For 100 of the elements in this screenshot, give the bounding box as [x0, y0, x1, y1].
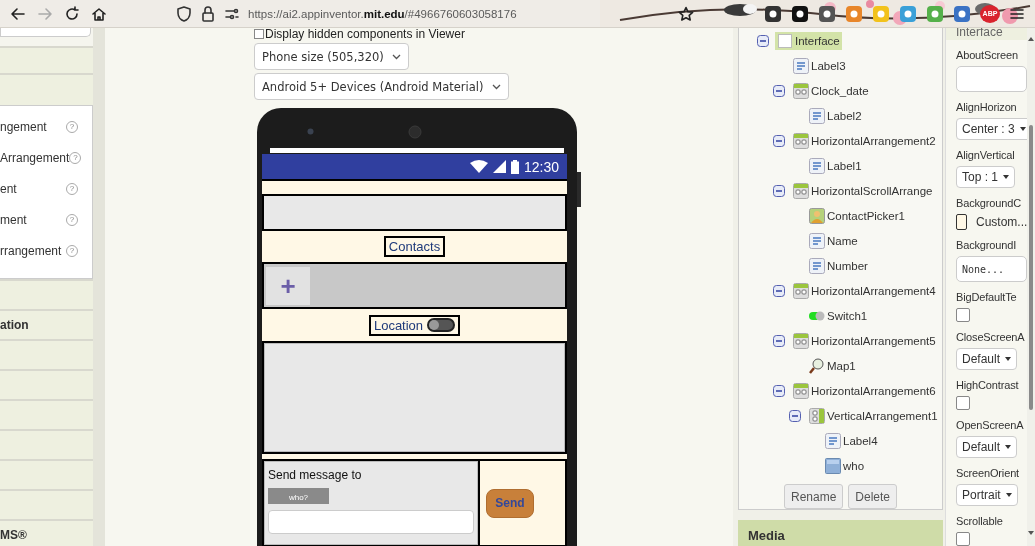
- color-swatch[interactable]: [956, 214, 967, 230]
- collapse-icon[interactable]: [773, 184, 785, 197]
- arrangement-icon: [793, 382, 809, 399]
- camera-icon: [307, 128, 314, 135]
- collapse-icon[interactable]: [773, 134, 785, 147]
- checkbox[interactable]: [254, 29, 264, 39]
- collapse-icon[interactable]: [773, 84, 785, 97]
- category-row[interactable]: MS®: [0, 519, 93, 546]
- collapse-icon[interactable]: [773, 284, 785, 297]
- arrangement-icon: [793, 182, 809, 199]
- tree-item[interactable]: Label1: [807, 156, 864, 175]
- label-icon: [809, 157, 825, 174]
- contacts-label: Contacts: [383, 236, 446, 257]
- checkbox[interactable]: [956, 532, 970, 546]
- tree-action-button[interactable]: Rename: [783, 484, 844, 509]
- dropdown[interactable]: Portrait: [956, 484, 1018, 506]
- magnifier-icon: [809, 357, 825, 374]
- battery-icon: [510, 159, 519, 174]
- property-label: OpenScreenA: [956, 419, 1024, 432]
- lock-icon[interactable]: [200, 5, 216, 22]
- tree-item[interactable]: VerticalArrangement1: [807, 406, 940, 425]
- message-label: Send message to: [268, 468, 362, 482]
- color-value[interactable]: Custom...: [976, 215, 1027, 229]
- palette-item[interactable]: Arrangement: [0, 150, 70, 165]
- tree-item[interactable]: Name: [807, 231, 860, 250]
- caret-icon: [1003, 175, 1010, 179]
- caret-icon: [1019, 127, 1026, 131]
- tree-action-button[interactable]: Delete: [848, 484, 897, 509]
- label-icon: [825, 432, 841, 449]
- tree-item[interactable]: Label2: [807, 106, 864, 125]
- property-label: AlignVertical: [956, 149, 1015, 162]
- signal-icon: [492, 160, 506, 173]
- collapse-icon[interactable]: [757, 34, 769, 47]
- wifi-icon: [469, 160, 488, 173]
- arrangement-icon: [793, 82, 809, 99]
- panel-header: Media: [738, 520, 943, 546]
- tree-item[interactable]: HorizontalScrollArrange: [791, 181, 935, 200]
- person-icon: [809, 207, 825, 224]
- chevron-icon: [391, 53, 401, 60]
- checkbox[interactable]: [956, 308, 970, 322]
- speaker-icon: [408, 125, 422, 139]
- palette-item[interactable]: ment: [0, 212, 27, 227]
- tree-item[interactable]: Switch1: [807, 306, 870, 325]
- arrangement-icon: [809, 407, 825, 424]
- dropdown[interactable]: Android 5+ Devices (Android Material): [254, 73, 509, 100]
- tree-item[interactable]: Clock_date: [791, 81, 871, 100]
- tree-item[interactable]: Label4: [823, 431, 880, 450]
- arrangement-icon: [793, 132, 809, 149]
- add-contact-button[interactable]: +: [266, 266, 310, 305]
- label-icon: [809, 232, 825, 249]
- palette-item[interactable]: ngement: [0, 119, 47, 134]
- reload-icon[interactable]: [64, 5, 80, 22]
- tree-item[interactable]: ContactPicker1: [807, 206, 907, 225]
- location-label: Location: [368, 314, 461, 336]
- scroll-up-icon[interactable]: [1027, 36, 1035, 42]
- collapse-icon[interactable]: [773, 384, 785, 397]
- dropdown[interactable]: Phone size (505,320): [254, 43, 409, 70]
- property-label: BigDefaultTe: [956, 291, 1017, 304]
- tree-item[interactable]: HorizontalArrangement4: [791, 281, 938, 300]
- asset-field[interactable]: None...: [956, 256, 1027, 282]
- message-field[interactable]: [268, 510, 474, 534]
- tree-item[interactable]: HorizontalArrangement2: [791, 131, 938, 150]
- arrangement-icon: [793, 282, 809, 299]
- back-icon[interactable]: [10, 5, 26, 22]
- tree-item[interactable]: HorizontalArrangement5: [791, 331, 938, 350]
- tree-item[interactable]: Number: [807, 256, 870, 275]
- category-title: ation: [0, 318, 29, 332]
- dropdown[interactable]: Center : 3: [956, 118, 1027, 140]
- tree-item[interactable]: who: [823, 456, 867, 475]
- property-label: ScreenOrient: [956, 467, 1019, 480]
- tree-item[interactable]: Interface: [775, 31, 842, 50]
- scrollbar-thumb[interactable]: [1029, 125, 1033, 410]
- label-icon: [809, 257, 825, 274]
- property-label: Scrollable: [956, 515, 1003, 528]
- property-label: BackgroundI: [956, 239, 1017, 252]
- dropdown[interactable]: Default: [956, 436, 1018, 458]
- bookmark-star-icon[interactable]: [678, 5, 694, 22]
- shield-icon[interactable]: [176, 5, 192, 22]
- palette-item[interactable]: ent: [0, 181, 17, 196]
- image-icon: [825, 457, 841, 474]
- tree-item[interactable]: HorizontalArrangement6: [791, 381, 938, 400]
- scroll-down-icon[interactable]: [1027, 530, 1035, 536]
- category-row[interactable]: ation: [0, 309, 93, 339]
- tree-item[interactable]: Label3: [791, 56, 848, 75]
- screen-icon: [777, 32, 793, 49]
- toggle-switch[interactable]: [427, 318, 456, 332]
- collapse-icon[interactable]: [789, 409, 801, 422]
- tree-item[interactable]: Map1: [807, 356, 858, 375]
- dropdown[interactable]: Top : 1: [956, 166, 1016, 188]
- dropdown[interactable]: Default: [956, 348, 1018, 370]
- palette-item[interactable]: rrangement: [0, 243, 62, 258]
- caret-icon: [1005, 493, 1012, 497]
- home-icon[interactable]: [91, 5, 107, 22]
- checkbox[interactable]: [956, 396, 970, 410]
- property-label: AlignHorizon: [956, 101, 1017, 114]
- category-title: MS®: [0, 528, 27, 542]
- url-text[interactable]: https://ai2.appinventor.mit.edu/#4966760603058176: [248, 7, 517, 20]
- collapse-icon[interactable]: [773, 334, 785, 347]
- chevron-icon: [491, 83, 501, 90]
- text-field[interactable]: [956, 66, 1027, 92]
